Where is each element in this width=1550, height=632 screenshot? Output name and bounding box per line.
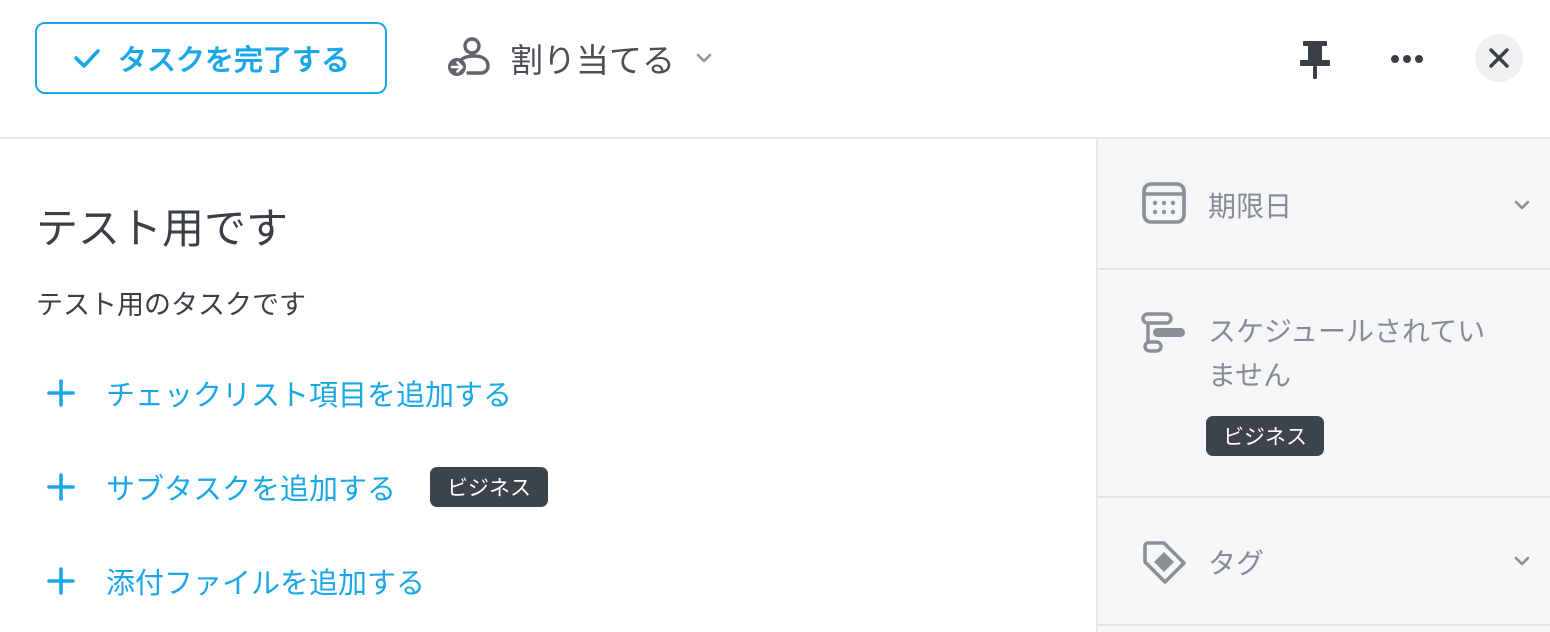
- chevron-down-icon: [1514, 556, 1530, 566]
- add-checklist-item-button[interactable]: チェックリスト項目を追加する: [44, 371, 512, 415]
- business-plan-badge: ビジネス: [430, 467, 549, 507]
- business-plan-badge: ビジネス: [1206, 416, 1324, 456]
- assign-label: 割り当てる: [510, 41, 675, 80]
- task-title[interactable]: テスト用です: [36, 195, 288, 256]
- assign-button[interactable]: 割り当てる: [446, 34, 713, 82]
- schedule-icon: [1141, 312, 1185, 353]
- due-date-row[interactable]: 期限日: [1098, 139, 1550, 270]
- task-properties-sidebar: 期限日 スケジュールされてい ません ビジネス タグ: [1096, 139, 1550, 632]
- schedule-row[interactable]: スケジュールされてい ません ビジネス: [1098, 270, 1550, 498]
- tags-row[interactable]: タグ: [1098, 498, 1550, 626]
- check-icon: [74, 49, 100, 68]
- complete-task-button[interactable]: タスクを完了する: [35, 22, 387, 94]
- schedule-label-line-2: ません: [1208, 359, 1292, 392]
- plus-icon: [47, 567, 75, 595]
- pin-icon: [1300, 41, 1330, 79]
- task-description[interactable]: テスト用のタスクです: [36, 283, 306, 322]
- chevron-down-icon: [1514, 200, 1530, 210]
- add-subtask-label: サブタスクを追加する: [106, 472, 397, 506]
- plus-icon: [47, 379, 75, 407]
- close-button[interactable]: [1475, 34, 1523, 82]
- task-detail-panel: テスト用です テスト用のタスクです チェックリスト項目を追加する サブタスクを追…: [0, 139, 1096, 632]
- more-options-button[interactable]: [1384, 36, 1430, 82]
- due-date-label: 期限日: [1208, 190, 1293, 223]
- chevron-down-icon: [696, 53, 712, 63]
- schedule-label-line-1: スケジュールされてい: [1208, 315, 1486, 348]
- add-attachment-button[interactable]: 添付ファイルを追加する: [44, 559, 425, 603]
- assign-user-icon: [448, 37, 490, 76]
- calendar-icon: [1142, 182, 1186, 224]
- close-icon: [1489, 48, 1509, 68]
- more-dots-icon: [1391, 55, 1423, 63]
- add-subtask-button[interactable]: サブタスクを追加する ビジネス: [44, 465, 549, 509]
- schedule-label: スケジュールされてい ません: [1208, 310, 1485, 398]
- tags-label: タグ: [1208, 547, 1265, 580]
- pin-button[interactable]: [1292, 36, 1338, 84]
- add-attachment-label: 添付ファイルを追加する: [106, 566, 426, 600]
- task-header: タスクを完了する 割り当てる: [0, 0, 1550, 139]
- plus-icon: [47, 473, 75, 501]
- complete-task-label: タスクを完了する: [117, 43, 350, 77]
- tag-icon: [1143, 541, 1186, 584]
- add-checklist-item-label: チェックリスト項目を追加する: [106, 378, 513, 412]
